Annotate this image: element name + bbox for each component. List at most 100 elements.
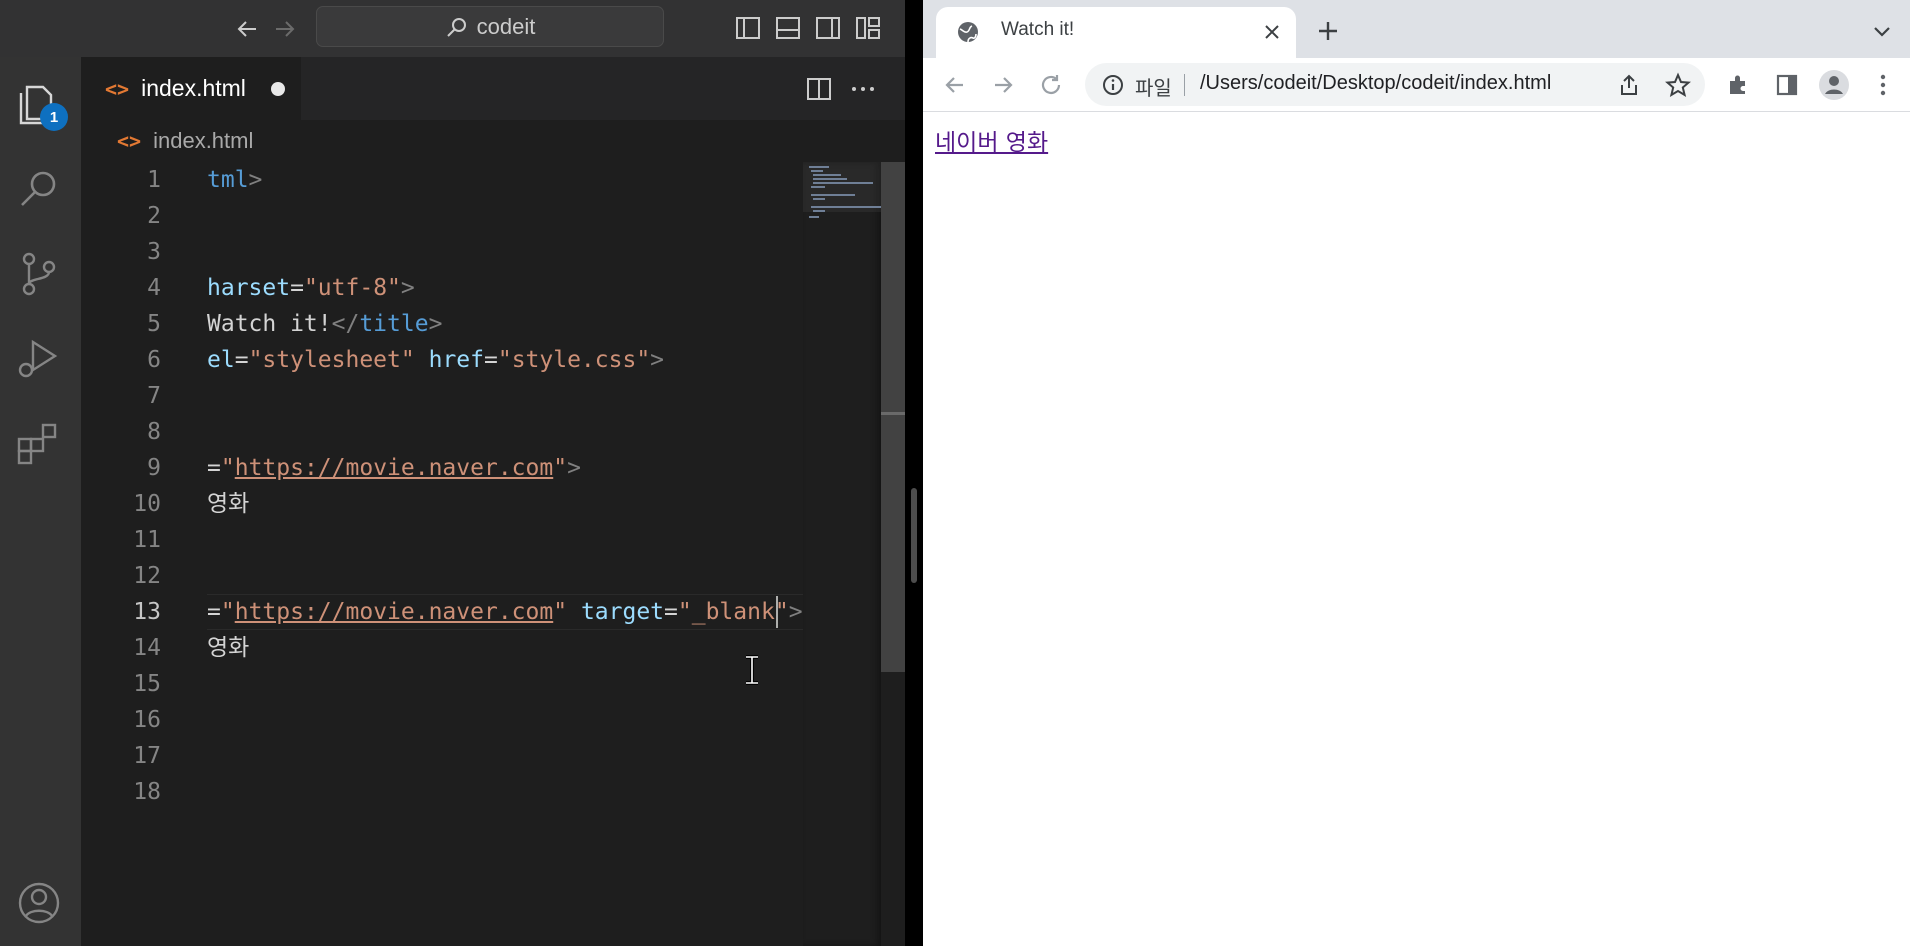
address-separator [1184, 74, 1185, 96]
editor-tabs: <> index.html [81, 57, 905, 120]
code-line-6: el="stylesheet" href="style.css"> [207, 347, 665, 373]
line-number: 18 [133, 779, 161, 805]
minimap-line [813, 198, 825, 200]
editor-scrollbar-thumb[interactable] [881, 162, 905, 672]
line-number: 5 [147, 311, 161, 337]
code-editor[interactable]: tml> harset="utf-8"> Watch it!</title> e… [207, 162, 803, 946]
chevron-down-icon[interactable] [1871, 20, 1893, 42]
line-number: 7 [147, 383, 161, 409]
kebab-menu-icon[interactable] [1869, 71, 1897, 99]
split-grip-handle[interactable] [911, 488, 917, 583]
code-line-9: ="https://movie.naver.com"> [207, 455, 581, 481]
line-number: 6 [147, 347, 161, 373]
toggle-secondary-sidebar-icon[interactable] [813, 13, 843, 43]
line-number: 17 [133, 743, 161, 769]
code-line-1: tml> [207, 167, 263, 193]
text-cursor-icon [746, 655, 758, 685]
line-number: 8 [147, 419, 161, 445]
search-icon [446, 17, 466, 37]
address-bar[interactable]: 파일 /Users/codeit/Desktop/codeit/index.ht… [1085, 63, 1705, 106]
toggle-panel-icon[interactable] [773, 13, 803, 43]
line-number: 16 [133, 707, 161, 733]
share-icon[interactable] [1617, 73, 1641, 97]
breadcrumb-file[interactable]: index.html [153, 128, 253, 154]
reload-icon[interactable] [1037, 71, 1065, 99]
code-line-10: 영화 [207, 491, 250, 517]
search-icon[interactable] [13, 162, 65, 214]
minimap-line [813, 182, 873, 184]
minimap-line [809, 216, 819, 218]
explorer-badge: 1 [40, 103, 68, 131]
line-number: 4 [147, 275, 161, 301]
info-icon[interactable] [1101, 73, 1125, 97]
minimap-line [809, 166, 829, 168]
code-line-4: harset="utf-8"> [207, 275, 415, 301]
code-line-14: 영화 [207, 635, 250, 661]
line-number: 11 [133, 527, 161, 553]
window-split-divider[interactable] [905, 0, 923, 946]
customize-layout-icon[interactable] [853, 13, 883, 43]
scrollbar-cursor-marker [881, 412, 905, 415]
line-number: 9 [147, 455, 161, 481]
extensions-icon[interactable] [13, 417, 65, 469]
new-tab-plus-icon[interactable] [1315, 18, 1341, 44]
browser-window: Watch it! 파일 /Users/codeit/Desktop/codei… [923, 0, 1910, 946]
forward-arrow-icon[interactable] [270, 14, 300, 44]
editor-scrollbar[interactable] [881, 162, 905, 946]
split-editor-icon[interactable] [803, 73, 835, 105]
back-arrow-icon[interactable] [941, 71, 969, 99]
line-number: 14 [133, 635, 161, 661]
minimap-line [813, 210, 825, 212]
line-number: 3 [147, 239, 161, 265]
profile-avatar-icon[interactable] [1818, 69, 1850, 101]
run-debug-icon[interactable] [13, 332, 65, 384]
line-number: 12 [133, 563, 161, 589]
forward-arrow-icon[interactable] [989, 71, 1017, 99]
file-scheme-label: 파일 [1135, 78, 1172, 100]
vscode-window: codeit 1 <> index.html <> index.html 1 2… [0, 0, 905, 946]
html-file-icon: <> [105, 76, 130, 101]
minimap-line [811, 186, 825, 188]
command-center-label: codeit [476, 13, 536, 39]
line-number-gutter: 1 2 3 4 5 6 7 8 9 10 11 12 13 14 15 16 17 18 [81, 162, 161, 946]
browser-viewport: 네이버 영화 [923, 113, 1910, 946]
extensions-puzzle-icon[interactable] [1725, 71, 1753, 99]
line-number: 10 [133, 491, 161, 517]
vscode-titlebar: codeit [0, 0, 905, 57]
close-tab-icon[interactable] [1261, 21, 1283, 43]
line-number: 15 [133, 671, 161, 697]
browser-tab[interactable]: Watch it! [936, 7, 1296, 58]
account-icon[interactable] [13, 877, 65, 929]
side-panel-icon[interactable] [1773, 71, 1801, 99]
back-arrow-icon[interactable] [232, 14, 262, 44]
code-line-5: Watch it!</title> [207, 311, 443, 337]
source-control-icon[interactable] [13, 247, 65, 299]
html-file-icon: <> [117, 129, 142, 153]
minimap-line [813, 178, 847, 180]
browser-tab-title: Watch it! [1001, 19, 1075, 40]
minimap-line [811, 170, 823, 172]
line-number: 2 [147, 203, 161, 229]
toggle-primary-sidebar-icon[interactable] [733, 13, 763, 43]
minimap-line [811, 194, 855, 196]
command-center-search[interactable]: codeit [316, 6, 664, 47]
tab-index-html[interactable]: <> index.html [81, 57, 301, 120]
code-line-13: ="https://movie.naver.com" target="_blan… [207, 599, 803, 625]
activity-bar: 1 [0, 57, 81, 946]
address-url[interactable]: /Users/codeit/Desktop/codeit/index.html [1200, 72, 1551, 95]
minimap[interactable] [803, 162, 881, 946]
globe-icon [958, 22, 978, 43]
naver-movie-link[interactable]: 네이버 영화 [935, 123, 1048, 157]
line-number: 1 [147, 167, 161, 193]
breadcrumb[interactable]: <> index.html [81, 120, 905, 162]
minimap-line [811, 206, 881, 208]
more-actions-icon[interactable] [847, 73, 879, 105]
tab-label: index.html [141, 75, 246, 101]
text-caret [776, 596, 778, 628]
unsaved-dot-icon[interactable] [271, 82, 285, 96]
line-number: 13 [133, 599, 161, 625]
browser-tabstrip: Watch it! [923, 0, 1910, 58]
bookmark-star-icon[interactable] [1665, 72, 1691, 98]
browser-toolbar: 파일 /Users/codeit/Desktop/codeit/index.ht… [923, 58, 1910, 112]
minimap-line [813, 174, 841, 176]
